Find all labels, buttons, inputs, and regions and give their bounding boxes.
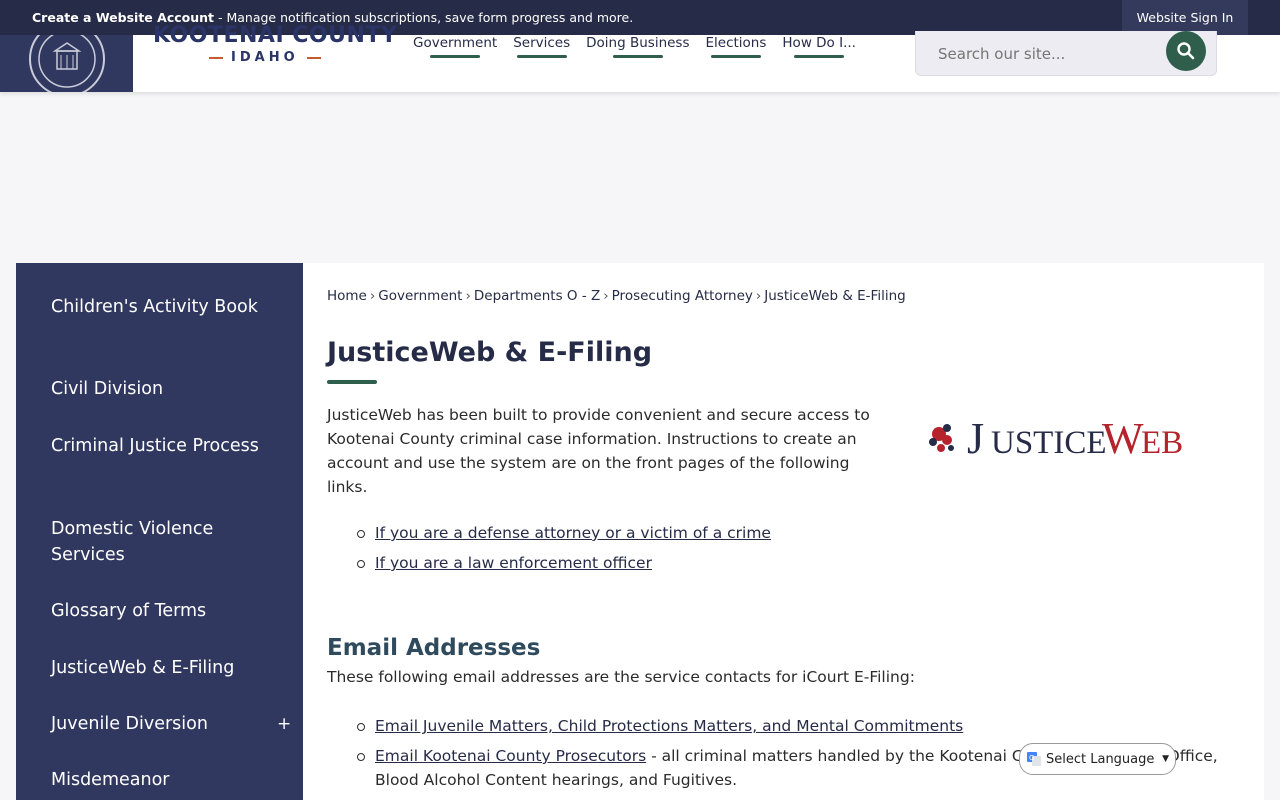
sidebar: Children's Activity Book Civil Division … bbox=[16, 263, 303, 800]
email-intro: These following email addresses are the … bbox=[327, 668, 915, 686]
breadcrumb: Home › Government › Departments O - Z › Prosec… bbox=[327, 288, 906, 304]
site-header: KOOTENAI COUNTY IDAHO Government Service… bbox=[0, 23, 1280, 92]
website-sign-in-button[interactable]: Website Sign In bbox=[1122, 0, 1248, 35]
language-label: Select Language bbox=[1046, 751, 1155, 767]
sidebar-item-glossary-of-terms[interactable]: Glossary of Terms bbox=[51, 598, 271, 624]
list-item: Email Juvenile Matters, Child Protection… bbox=[327, 714, 1227, 738]
nav-label: Services bbox=[513, 35, 571, 51]
search-input[interactable] bbox=[936, 44, 1160, 64]
nav-services[interactable]: Services bbox=[505, 35, 578, 92]
nav-label: Elections bbox=[705, 35, 767, 51]
sidebar-item-domestic-violence-services[interactable]: Domestic Violence Services bbox=[51, 516, 271, 568]
sidebar-item-justiceweb-e-filing[interactable]: JusticeWeb & E-Filing bbox=[51, 655, 271, 681]
breadcrumb-separator: › bbox=[465, 288, 471, 304]
brand-dash-left bbox=[209, 56, 223, 59]
svg-text:USTICE: USTICE bbox=[991, 425, 1107, 461]
svg-text:G: G bbox=[1029, 754, 1034, 762]
nav-underline bbox=[710, 55, 761, 58]
nav-label: Doing Business bbox=[586, 35, 690, 51]
site-search bbox=[915, 31, 1217, 76]
list-item: If you are a law enforcement officer bbox=[327, 551, 1207, 575]
nav-underline bbox=[794, 55, 845, 58]
nav-underline bbox=[516, 55, 567, 58]
translate-icon: G bbox=[1027, 752, 1041, 766]
nav-government[interactable]: Government bbox=[405, 35, 505, 92]
brand-logo[interactable]: KOOTENAI COUNTY IDAHO bbox=[153, 23, 398, 65]
breadcrumb-separator: › bbox=[603, 288, 609, 304]
justiceweb-logo-graphic: J USTICE W EB bbox=[929, 414, 1183, 463]
nav-how-do-i[interactable]: How Do I... bbox=[774, 35, 864, 92]
justiceweb-logo: J USTICE W EB bbox=[925, 408, 1195, 464]
email-heading: Email Addresses bbox=[327, 635, 541, 661]
list-item: If you are a defense attorney or a victi… bbox=[327, 521, 1207, 545]
search-icon bbox=[1177, 42, 1195, 60]
expand-icon[interactable]: + bbox=[277, 711, 291, 737]
defense-attorney-link[interactable]: If you are a defense attorney or a victi… bbox=[375, 524, 771, 542]
brand-state-text: IDAHO bbox=[231, 50, 299, 65]
seal-icon bbox=[29, 35, 105, 92]
nav-label: How Do I... bbox=[782, 35, 856, 51]
breadcrumb-departments[interactable]: Departments O - Z bbox=[474, 288, 600, 304]
intro-paragraph: JusticeWeb has been built to provide con… bbox=[327, 406, 870, 496]
title-underline bbox=[327, 380, 377, 384]
svg-text:W: W bbox=[1102, 414, 1144, 463]
sidebar-item-childrens-activity-book[interactable]: Children's Activity Book bbox=[51, 294, 271, 320]
breadcrumb-current: JusticeWeb & E-Filing bbox=[764, 288, 906, 304]
sidebar-item-juvenile-diversion[interactable]: Juvenile Diversion + bbox=[51, 711, 291, 737]
breadcrumb-government[interactable]: Government bbox=[378, 288, 462, 304]
email-juvenile-link[interactable]: Email Juvenile Matters, Child Protection… bbox=[375, 717, 963, 735]
nav-doing-business[interactable]: Doing Business bbox=[578, 35, 697, 92]
breadcrumb-prosecuting-attorney[interactable]: Prosecuting Attorney bbox=[612, 288, 753, 304]
language-select[interactable]: G Select Language ▼ bbox=[1019, 743, 1176, 775]
nav-label: Government bbox=[413, 35, 498, 51]
svg-text:J: J bbox=[967, 414, 984, 463]
nav-elections[interactable]: Elections bbox=[698, 35, 775, 92]
main-nav: Government Services Doing Business Elect… bbox=[405, 35, 864, 92]
breadcrumb-home[interactable]: Home bbox=[327, 288, 367, 304]
law-enforcement-link[interactable]: If you are a law enforcement officer bbox=[375, 554, 652, 572]
justiceweb-links: If you are a defense attorney or a victi… bbox=[327, 521, 1207, 581]
nav-underline bbox=[612, 55, 663, 58]
chevron-down-icon: ▼ bbox=[1162, 754, 1169, 764]
county-seal[interactable] bbox=[0, 35, 133, 92]
svg-text:EB: EB bbox=[1141, 425, 1183, 461]
sidebar-item-civil-division[interactable]: Civil Division bbox=[51, 376, 271, 402]
brand-dash-right bbox=[306, 56, 321, 59]
search-button[interactable] bbox=[1166, 31, 1206, 71]
page-title: JusticeWeb & E-Filing bbox=[327, 337, 653, 368]
breadcrumb-separator: › bbox=[369, 288, 376, 304]
brand-name: KOOTENAI COUNTY bbox=[153, 23, 398, 48]
sidebar-item-label: Juvenile Diversion bbox=[51, 714, 208, 734]
sidebar-item-misdemeanor[interactable]: Misdemeanor bbox=[51, 767, 271, 793]
sidebar-item-criminal-justice-process[interactable]: Criminal Justice Process bbox=[51, 433, 271, 459]
nav-underline bbox=[430, 55, 481, 58]
breadcrumb-separator: › bbox=[755, 288, 762, 304]
main-content: Home › Government › Departments O - Z › Prosec… bbox=[303, 263, 1264, 800]
brand-state: IDAHO bbox=[153, 50, 383, 65]
email-prosecutors-link[interactable]: Email Kootenai County Prosecutors bbox=[375, 747, 646, 765]
